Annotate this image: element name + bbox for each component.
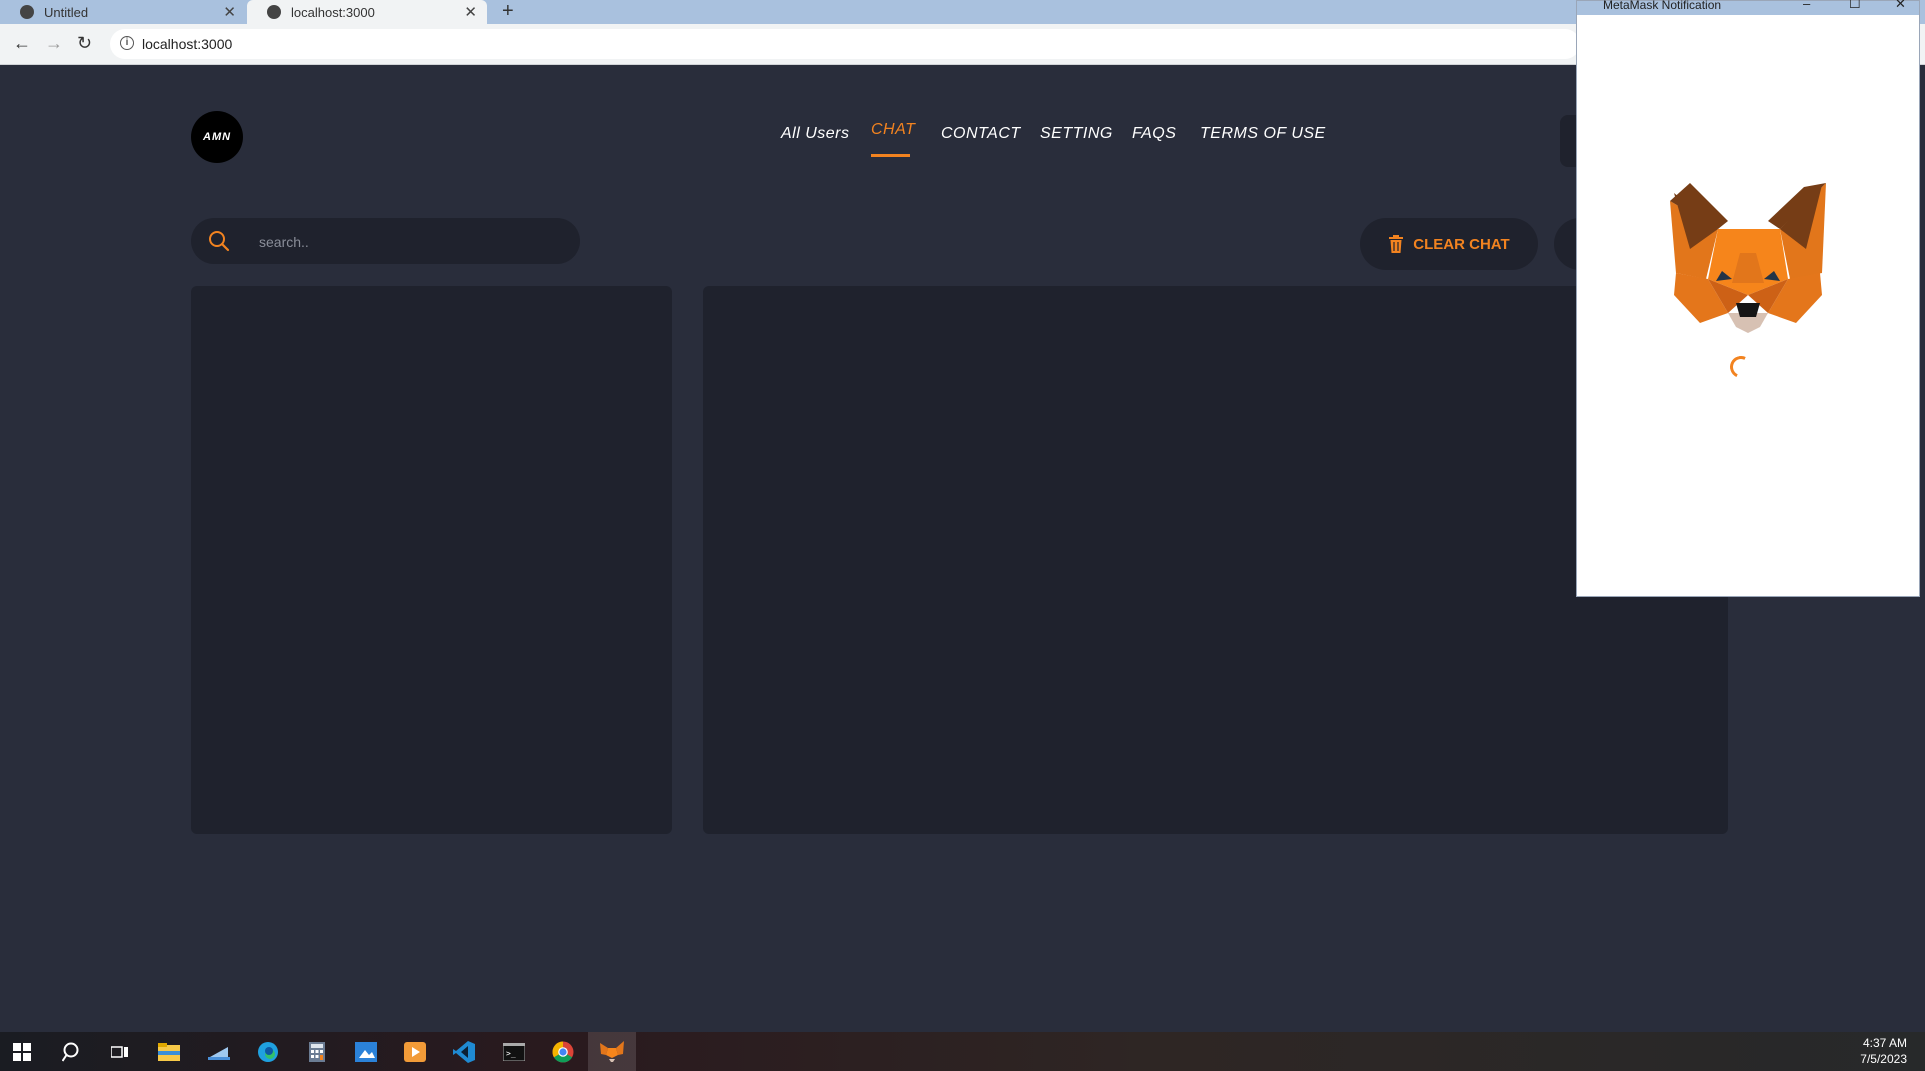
system-clock[interactable]: 4:37 AM 7/5/2023 xyxy=(1860,1035,1907,1067)
nav-contact[interactable]: CONTACT xyxy=(941,125,1021,143)
chrome-icon[interactable] xyxy=(551,1040,575,1064)
logo-text: AMN xyxy=(203,131,232,143)
store-icon[interactable] xyxy=(207,1040,231,1064)
metamask-notification-window: MetaMask Notification – ☐ ✕ xyxy=(1576,0,1920,597)
media-player-icon[interactable] xyxy=(403,1040,427,1064)
metamask-fox-icon xyxy=(1670,183,1826,333)
url-text: localhost:3000 xyxy=(142,36,233,52)
clear-chat-label: CLEAR CHAT xyxy=(1413,235,1510,253)
tab-favicon-icon xyxy=(267,5,281,19)
site-info-icon[interactable]: i xyxy=(120,36,134,50)
search-icon xyxy=(209,231,230,252)
site-logo[interactable]: AMN xyxy=(191,111,243,163)
nav-faqs[interactable]: FAQS xyxy=(1132,125,1176,143)
task-view-icon[interactable] xyxy=(108,1040,132,1064)
new-tab-icon[interactable]: + xyxy=(502,0,514,22)
tab-title: localhost:3000 xyxy=(291,4,375,20)
metamask-fox-icon[interactable] xyxy=(588,1032,636,1071)
photos-icon[interactable] xyxy=(354,1040,378,1064)
forward-arrow-icon[interactable]: → xyxy=(45,33,63,53)
tab-title: Untitled xyxy=(44,4,89,20)
nav-terms-of-use[interactable]: TERMS OF USE xyxy=(1200,125,1326,143)
address-bar[interactable]: i localhost:3000 xyxy=(110,29,1580,59)
terminal-icon[interactable]: >_ xyxy=(502,1040,526,1064)
calculator-icon[interactable] xyxy=(305,1040,329,1064)
edge-icon[interactable] xyxy=(256,1040,280,1064)
reload-icon[interactable]: ↻ xyxy=(77,33,92,53)
search-icon[interactable] xyxy=(60,1040,84,1064)
back-arrow-icon[interactable]: ← xyxy=(13,33,31,53)
nav-all-users[interactable]: All Users xyxy=(781,125,850,143)
clock-date: 7/5/2023 xyxy=(1860,1052,1907,1066)
tab-localhost[interactable]: localhost:3000 ✕ xyxy=(247,0,487,24)
minimize-icon[interactable]: – xyxy=(1803,0,1810,11)
clock-time: 4:37 AM xyxy=(1862,1036,1907,1050)
svg-text:>_: >_ xyxy=(506,1049,516,1058)
tab-untitled[interactable]: Untitled ✕ xyxy=(0,0,246,24)
active-nav-underline xyxy=(871,154,910,157)
windows-taskbar: >_ 4:37 AM 7/5/2023 xyxy=(0,1032,1925,1071)
tab-favicon-icon xyxy=(20,5,34,19)
vscode-icon[interactable] xyxy=(452,1040,476,1064)
loading-spinner xyxy=(1726,352,1756,382)
nav-chat[interactable]: CHAT xyxy=(871,121,915,139)
trash-icon xyxy=(1389,235,1404,253)
maximize-icon[interactable]: ☐ xyxy=(1849,0,1861,12)
metamask-window-title: MetaMask Notification xyxy=(1603,0,1722,12)
chat-panel xyxy=(703,286,1728,834)
file-explorer-icon[interactable] xyxy=(157,1040,181,1064)
user-list-panel xyxy=(191,286,672,834)
tab-close-icon[interactable]: ✕ xyxy=(223,3,236,21)
nav-setting[interactable]: SETTING xyxy=(1040,125,1113,143)
metamask-titlebar: MetaMask Notification – ☐ ✕ xyxy=(1577,0,1919,15)
search-input[interactable] xyxy=(257,230,561,254)
close-icon[interactable]: ✕ xyxy=(1895,0,1906,12)
clear-chat-button[interactable]: CLEAR CHAT xyxy=(1360,218,1538,270)
windows-start-icon[interactable] xyxy=(10,1040,34,1064)
tab-close-icon[interactable]: ✕ xyxy=(464,3,477,21)
user-search-box[interactable] xyxy=(191,218,580,264)
